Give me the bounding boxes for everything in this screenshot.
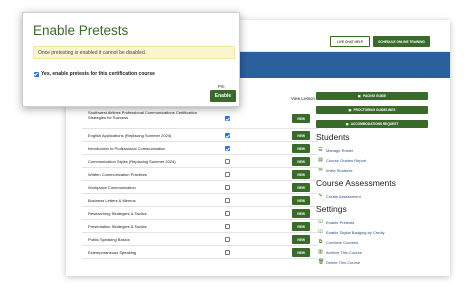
proctoring-guidelines-button[interactable]: ▣ PROCTORING GUIDELINES	[316, 106, 428, 114]
create-assessment-link[interactable]: ✎ Create Assessment	[318, 193, 361, 200]
view-lesson-button[interactable]: VIEW	[292, 144, 310, 154]
view-lesson-button[interactable]: VIEW	[292, 209, 310, 219]
combine-icon: ⧉	[318, 239, 323, 245]
live-chat-label: LIVE CHAT HELP	[337, 39, 363, 44]
table-row: Introduction to Professional Communicati…	[82, 142, 318, 156]
dialog-title: Enable Pretests	[33, 23, 129, 38]
live-chat-help-button[interactable]: LIVE CHAT HELP	[330, 36, 370, 47]
table-row: English Applications (Replacing Summer 2…	[82, 129, 318, 143]
invite-icon: ✉	[318, 167, 323, 173]
lesson-title: Researching Strategies & Tactics	[88, 211, 147, 217]
invite-students-link[interactable]: ✉ Invite Students	[318, 167, 353, 174]
manage-roster-link[interactable]: ☰ Manage Roster	[318, 147, 354, 154]
pretest-checkbox[interactable]	[225, 172, 230, 178]
table-row: Presentation Strategies & Tactics VIEW	[82, 220, 318, 234]
create-assessment-label: Create Assessment	[326, 194, 361, 199]
lesson-title: Southwest Airlines Professional Communic…	[88, 110, 197, 120]
lesson-title: Introduction to Professional Communicati…	[88, 146, 166, 152]
enable-badging-label: Enable Digital Badging by Credly	[326, 230, 385, 235]
combine-courses-link[interactable]: ⧉ Combine Courses	[318, 239, 359, 246]
enable-button[interactable]: Enable	[210, 90, 236, 102]
pretest-checkbox[interactable]	[225, 146, 230, 152]
enable-pretests-label: Enable Pretests	[326, 220, 355, 225]
lesson-title: Extemporaneous Speaking	[88, 250, 137, 256]
warning-text: Once pretesting is enabled it cannot be …	[38, 49, 147, 56]
schedule-label: SCHEDULE ONLINE TRAINING	[378, 39, 425, 44]
view-lesson-header: View Lesson	[291, 96, 315, 101]
combine-courses-label: Combine Courses	[326, 240, 359, 245]
course-grades-report-link[interactable]: ▤ Course Grades Report	[318, 157, 367, 164]
lesson-title: Communication Styles (Replacing Summer 2…	[88, 159, 176, 165]
pretest-checkbox[interactable]	[225, 224, 230, 230]
table-row: Extemporaneous Speaking VIEW	[82, 246, 318, 260]
pacing-guide-button[interactable]: ▣ PACING GUIDE	[316, 92, 428, 100]
lesson-title: Business Letters & Memos	[88, 198, 136, 204]
screenshot-stage: LIVE CHAT HELP SCHEDULE ONLINE TRAINING …	[0, 0, 470, 291]
table-row: Southwest Airlines Professional Communic…	[82, 108, 318, 130]
table-row: Business Letters & Memos VIEW	[82, 194, 318, 208]
archive-icon: ▥	[318, 249, 323, 255]
table-row: Communication Styles (Replacing Summer 2…	[82, 155, 318, 169]
archive-course-link[interactable]: ▥ Archive This Course	[318, 249, 362, 256]
view-lesson-button[interactable]: VIEW	[292, 131, 310, 141]
enable-badging-link[interactable]: ☑ Enable Digital Badging by Credly	[318, 229, 385, 236]
view-lesson-button[interactable]: VIEW	[292, 157, 310, 167]
lesson-title: Workplace Communication	[88, 185, 136, 191]
pretest-checkbox[interactable]	[225, 185, 230, 191]
pretest-checkbox[interactable]	[225, 211, 230, 217]
manage-roster-label: Manage Roster	[326, 148, 354, 153]
delete-course-label: Delete This Course	[326, 260, 361, 265]
view-lesson-button[interactable]: VIEW	[292, 196, 310, 206]
enable-pretests-link[interactable]: ☑ Enable Pretests	[318, 219, 355, 226]
lesson-title: English Applications (Replacing Summer 2…	[88, 133, 172, 139]
accommodations-label: ACCOMMODATIONS REQUEST	[350, 122, 399, 126]
enable-pretests-dialog: Enable Pretests Once pretesting is enabl…	[22, 12, 240, 107]
trash-icon: 🗑	[318, 259, 325, 265]
table-row: Workplace Communication VIEW	[82, 181, 318, 195]
table-row: Researching Strategies & Tactics VIEW	[82, 207, 318, 221]
table-row: Public Speaking Basics VIEW	[82, 233, 318, 247]
roster-icon: ☰	[318, 147, 323, 153]
grades-icon: ▤	[318, 157, 323, 163]
create-assessment-icon: ✎	[318, 193, 323, 199]
pretest-checkbox[interactable]	[225, 133, 230, 139]
badge-icon: ☑	[318, 229, 323, 235]
pretest-checkbox[interactable]	[225, 237, 230, 243]
pacing-guide-label: PACING GUIDE	[362, 94, 387, 98]
pretest-checkbox[interactable]	[225, 159, 230, 165]
course-assessments-heading: Course Assessments	[316, 178, 396, 188]
table-row: Written Communication Practices VIEW	[82, 168, 318, 182]
pretest-column-header-partial: Pre	[218, 84, 225, 89]
pretest-checkbox[interactable]	[225, 116, 230, 122]
students-heading: Students	[316, 132, 350, 142]
warning-alert: Once pretesting is enabled it cannot be …	[33, 46, 235, 59]
view-lesson-button[interactable]: VIEW	[292, 235, 310, 245]
proctoring-icon: ▣	[348, 108, 352, 112]
schedule-training-button[interactable]: SCHEDULE ONLINE TRAINING	[373, 36, 430, 47]
settings-heading: Settings	[316, 204, 347, 214]
invite-students-label: Invite Students	[326, 168, 353, 173]
view-lesson-button[interactable]: VIEW	[292, 114, 310, 124]
enable-button-label: Enable	[214, 93, 232, 99]
archive-course-label: Archive This Course	[326, 250, 362, 255]
pretest-checkbox[interactable]	[225, 250, 230, 256]
course-grades-label: Course Grades Report	[326, 158, 367, 163]
pretest-checkbox[interactable]	[225, 198, 230, 204]
pretests-icon: ☑	[318, 219, 323, 225]
enable-pretests-checkbox[interactable]	[34, 72, 39, 77]
lesson-title: Presentation Strategies & Tactics	[88, 224, 147, 230]
lesson-title: Public Speaking Basics	[88, 237, 130, 243]
view-lesson-button[interactable]: VIEW	[292, 170, 310, 180]
enable-pretests-checkbox-label[interactable]: Yes, enable pretests for this certificat…	[41, 71, 155, 77]
delete-course-link[interactable]: 🗑 Delete This Course	[318, 259, 361, 266]
lesson-title: Written Communication Practices	[88, 172, 148, 178]
view-lesson-button[interactable]: VIEW	[292, 222, 310, 232]
accommodations-request-button[interactable]: ▣ ACCOMMODATIONS REQUEST	[316, 120, 428, 128]
view-lesson-button[interactable]: VIEW	[292, 248, 310, 258]
accommodations-icon: ▣	[345, 122, 349, 126]
proctoring-label: PROCTORING GUIDELINES	[353, 108, 396, 112]
view-lesson-button[interactable]: VIEW	[292, 183, 310, 193]
pacing-guide-icon: ▣	[357, 94, 361, 98]
